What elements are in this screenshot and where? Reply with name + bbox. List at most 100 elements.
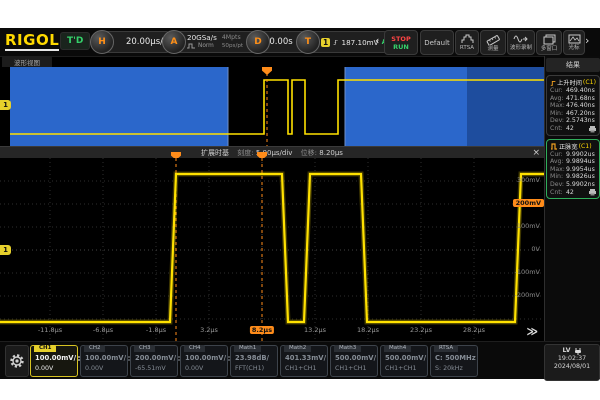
channel-box-ch4[interactable]: CH4 100.00mV/ 0.00V	[180, 345, 228, 377]
row-value: 42	[566, 125, 574, 133]
sample-interval-value: 50ps/pt	[222, 42, 243, 50]
row-value: 476.40ns	[566, 102, 595, 110]
scale-label: 刻度:	[237, 149, 253, 157]
row-label: Avg:	[550, 158, 566, 166]
trigger-status-badge: T'D	[60, 32, 90, 50]
channel-box-math1[interactable]: Math1 23.98dB/ FFT(CH1)	[230, 345, 278, 377]
row-value: 9.9954us	[566, 166, 595, 174]
channel-box-ch3[interactable]: CH3 200.00mV/ -65.51mV	[130, 345, 178, 377]
channel-scale: 23.98dB/	[235, 354, 269, 362]
record-button[interactable]: 波形录制	[507, 30, 535, 55]
time-label-3: 3.2μs	[200, 326, 218, 334]
row-value: 471.68ns	[566, 95, 595, 103]
expand-chevron[interactable]: ›	[585, 34, 589, 47]
stop-run-button[interactable]: STOP RUN	[384, 30, 418, 55]
collapse-chevron[interactable]: ‹	[375, 34, 379, 47]
delay-knob-button[interactable]: D	[246, 30, 270, 54]
card-source: (C1)	[583, 79, 596, 86]
volt-label-n200mv: -200mV	[514, 291, 540, 299]
record-label: 波形录制	[510, 45, 532, 51]
channel-box-ch2[interactable]: CH2 100.00mV/ 0.00V	[80, 345, 128, 377]
channel-scale: 401.33mV/	[285, 354, 326, 362]
rtsa-spectrum-icon	[461, 34, 474, 44]
time-label-5: 13.2μs	[304, 326, 326, 334]
sample-rate-value: 20GSa/s	[187, 34, 217, 42]
expanded-view[interactable]: 300mV 200mV 100mV 0V -100mV -200mV -11.8…	[0, 158, 544, 341]
channel-box-math3[interactable]: Math3 500.00mV/ CH1+CH1	[330, 345, 378, 377]
row-label: Max:	[550, 166, 566, 174]
overview-channel1-tag[interactable]: 1	[0, 100, 11, 110]
trigger-level-tag[interactable]: 200mV	[513, 199, 544, 207]
square-wave-icon	[187, 43, 196, 49]
channel-box-ch1[interactable]: CH1 100.00mV/ 0.00V	[30, 345, 78, 377]
row-label: Dev:	[550, 181, 566, 189]
measurement-card-risetime[interactable]: 上升时间(C1) Cur:469.40ns Avg:471.68ns Max:4…	[546, 75, 600, 136]
trigger-knob-button[interactable]: T	[296, 30, 320, 54]
system-status-box[interactable]: LV 19:02:37 2024/08/01	[544, 344, 600, 381]
volt-label-100mv: 100mV	[517, 222, 540, 230]
row-value: 9.9826us	[566, 173, 595, 181]
channel-box-math2[interactable]: Math2 401.33mV/ CH1+CH1	[280, 345, 328, 377]
default-button[interactable]: Default	[420, 30, 454, 55]
card-title-text: 正脉宽	[559, 142, 578, 151]
row-value: 42	[566, 189, 574, 197]
printer-icon[interactable]	[588, 188, 597, 196]
rtsa-label: RTSA	[460, 45, 474, 51]
multi-window-button[interactable]: 多窗口	[536, 30, 562, 55]
rising-edge-icon	[333, 37, 338, 47]
measure-button[interactable]: 测量	[480, 30, 506, 55]
channel-box-math4[interactable]: Math4 500.00mV/ CH1+CH1	[380, 345, 428, 377]
channel-scale: C: 500MHz	[435, 354, 476, 362]
clock-date: 2024/08/01	[545, 363, 599, 371]
channel-scale: 100.00mV/	[35, 354, 76, 362]
channel-scale: 200.00mV/	[135, 354, 176, 362]
run-label: RUN	[393, 43, 409, 51]
channel-offset: FFT(CH1)	[235, 365, 264, 372]
measurement-card-pulsewidth[interactable]: 正脉宽(C1) Cur:9.9902us Avg:9.9894us Max:9.…	[546, 139, 600, 200]
trigger-level-value: 187.10mV	[342, 38, 379, 47]
card-source: (C1)	[579, 143, 592, 150]
volt-label-300mv: 300mV	[517, 176, 540, 184]
channel-tab: Math1	[234, 345, 261, 352]
overview-strip[interactable]: 1	[0, 67, 544, 146]
channel-offset: CH1+CH1	[385, 365, 417, 372]
channel-scale: 500.00mV/	[335, 354, 376, 362]
waveform-view-tab[interactable]: 波形视图	[2, 56, 52, 67]
time-label-1: -6.8μs	[93, 326, 113, 334]
waveform-view-tab-label: 波形视图	[14, 57, 40, 67]
screenshot-root: RIGOL T'D 20.00μs/ H 20GSa/s Norm 4Mpts …	[0, 0, 600, 400]
row-label: Max:	[550, 102, 566, 110]
channel-offset: S: 20kHz	[435, 365, 463, 372]
horizontal-knob-button[interactable]: H	[90, 30, 114, 54]
row-label: Cnt:	[550, 125, 566, 133]
channel-offset: 0.00V	[185, 365, 203, 372]
snapshot-icon	[568, 34, 581, 44]
stop-label: STOP	[391, 35, 410, 43]
power-status: LV	[562, 347, 570, 355]
expanded-channel1-tag[interactable]: 1	[0, 245, 11, 255]
channel-scale: 100.00mV/	[185, 354, 226, 362]
acquire-knob-button[interactable]: A	[162, 30, 186, 54]
rtsa-button[interactable]: RTSA	[455, 30, 479, 55]
row-label: Min:	[550, 110, 566, 118]
settings-button[interactable]	[5, 345, 29, 377]
card-title: 正脉宽(C1)	[550, 142, 596, 151]
printer-icon[interactable]	[588, 125, 597, 133]
cursor-button[interactable]: 光标	[563, 30, 585, 55]
rise-time-icon	[550, 79, 556, 87]
row-label: Dev:	[550, 117, 566, 125]
ruler-icon	[486, 34, 500, 45]
row-value: 9.9894us	[566, 158, 595, 166]
row-value: 467.20ns	[566, 110, 595, 118]
channel-offset: CH1+CH1	[285, 365, 317, 372]
menu-expand-icon[interactable]: ≫	[526, 326, 538, 337]
row-label: Cur:	[550, 87, 566, 95]
offset-label: 位移:	[301, 149, 317, 157]
measure-label: 测量	[487, 46, 498, 52]
memory-depth-value: 4Mpts	[222, 34, 243, 42]
channel-tab: RTSA	[434, 345, 458, 352]
channel-box-rtsa[interactable]: RTSA C: 500MHz S: 20kHz	[430, 345, 478, 377]
multi-window-icon	[543, 34, 556, 45]
expanded-waveform	[0, 158, 544, 341]
channel-tab: CH3	[134, 345, 155, 352]
